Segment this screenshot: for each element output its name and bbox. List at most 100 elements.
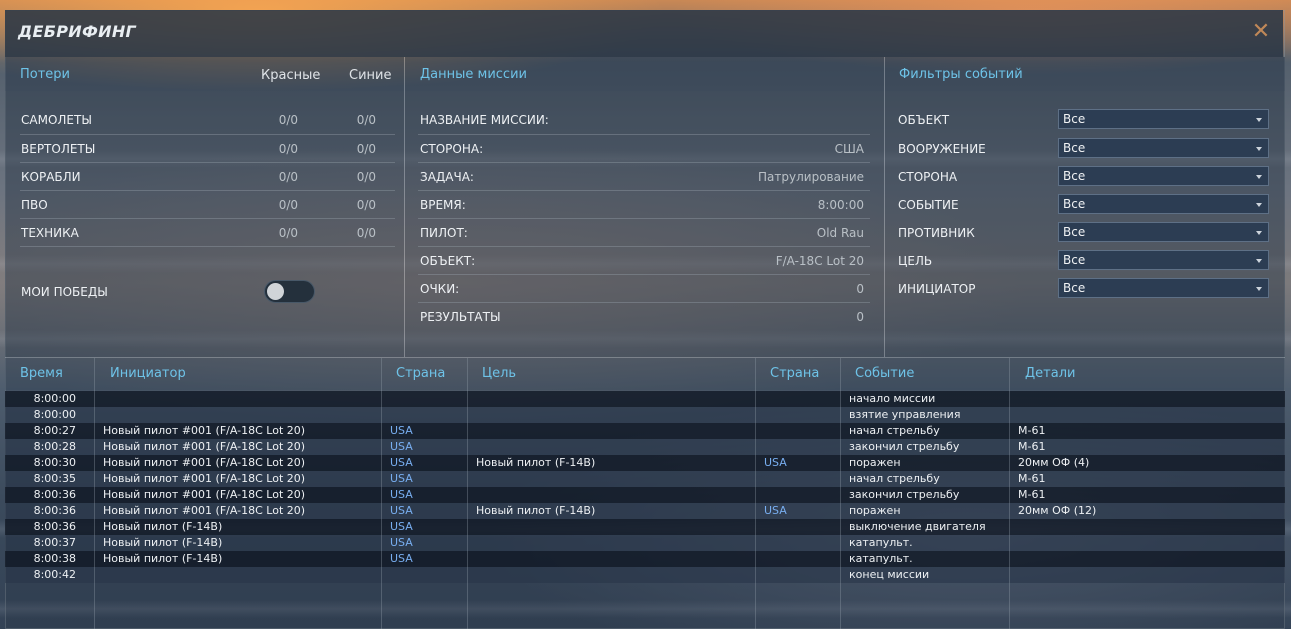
mission-row-label: ЗАДАЧА: bbox=[420, 170, 474, 184]
cell-event: катапульт. bbox=[849, 552, 913, 565]
cell-details: M-61 bbox=[1018, 472, 1046, 485]
losses-body bbox=[5, 91, 404, 357]
col-header-country[interactable]: Страна bbox=[396, 366, 445, 381]
cell-target-country: USA bbox=[764, 504, 787, 517]
losses-row-label: ВЕРТОЛЕТЫ bbox=[21, 142, 96, 156]
chevron-down-icon bbox=[1256, 147, 1262, 151]
cell-details: M-61 bbox=[1018, 424, 1046, 437]
cell-event: поражен bbox=[849, 504, 901, 517]
filter-value: Все bbox=[1063, 169, 1086, 183]
table-row[interactable]: 8:00:30 Новый пилот #001 (F/A-18C Lot 20)… bbox=[5, 455, 1285, 471]
col-divider bbox=[755, 358, 756, 629]
table-row[interactable]: 8:00:38 Новый пилот (F-14B) USA катапульт. bbox=[5, 551, 1285, 567]
filter-label: ПРОТИВНИК bbox=[898, 226, 975, 240]
col-header-details[interactable]: Детали bbox=[1025, 366, 1075, 381]
divider bbox=[884, 57, 885, 357]
losses-row-red: 0/0 bbox=[278, 113, 298, 127]
table-row[interactable]: 8:00:36 Новый пилот #001 (F/A-18C Lot 20)… bbox=[5, 487, 1285, 503]
col-header-initiator[interactable]: Инициатор bbox=[110, 366, 186, 381]
filter-enemy-select[interactable]: Все bbox=[1058, 222, 1269, 242]
filter-label: ОБЪЕКТ bbox=[898, 113, 950, 127]
cell-event: катапульт. bbox=[849, 536, 913, 549]
cell-time: 8:00:00 bbox=[33, 408, 76, 421]
col-header-time[interactable]: Время bbox=[20, 366, 63, 381]
losses-row-label: ТЕХНИКА bbox=[21, 226, 79, 240]
losses-row-blue: 0/0 bbox=[356, 142, 376, 156]
table-row[interactable]: 8:00:00 начало миссии bbox=[5, 391, 1285, 407]
col-header-target-country[interactable]: Страна bbox=[770, 366, 819, 381]
cell-time: 8:00:36 bbox=[33, 488, 76, 501]
filter-value: Все bbox=[1063, 253, 1086, 267]
mission-row-label: ВРЕМЯ: bbox=[420, 198, 466, 212]
col-divider bbox=[1009, 358, 1010, 629]
cell-initiator: Новый пилот (F-14B) bbox=[103, 520, 223, 533]
cell-initiator: Новый пилот #001 (F/A-18C Lot 20) bbox=[103, 504, 306, 517]
mission-row-label: РЕЗУЛЬТАТЫ bbox=[420, 310, 501, 324]
divider bbox=[418, 302, 870, 303]
filter-value: Все bbox=[1063, 225, 1086, 239]
cell-time: 8:00:38 bbox=[33, 552, 76, 565]
filter-initiator-select[interactable]: Все bbox=[1058, 278, 1269, 298]
cell-target: Новый пилот (F-14B) bbox=[476, 504, 596, 517]
filter-event-select[interactable]: Все bbox=[1058, 194, 1269, 214]
divider bbox=[20, 218, 395, 219]
table-row[interactable]: 8:00:42 конец миссии bbox=[5, 567, 1285, 583]
col-header-target[interactable]: Цель bbox=[482, 366, 516, 381]
table-row[interactable]: 8:00:35 Новый пилот #001 (F/A-18C Lot 20)… bbox=[5, 471, 1285, 487]
mission-row-label: ОЧКИ: bbox=[420, 282, 460, 296]
cell-event: начал стрельбу bbox=[849, 472, 940, 485]
filter-side-select[interactable]: Все bbox=[1058, 166, 1269, 186]
cell-event: поражен bbox=[849, 456, 901, 469]
losses-heading: Потери bbox=[20, 67, 71, 82]
cell-country: USA bbox=[390, 552, 413, 565]
divider bbox=[418, 190, 870, 191]
cell-target-country: USA bbox=[764, 456, 787, 469]
filter-value: Все bbox=[1063, 141, 1086, 155]
cell-initiator: Новый пилот #001 (F/A-18C Lot 20) bbox=[103, 488, 306, 501]
cell-initiator: Новый пилот (F-14B) bbox=[103, 536, 223, 549]
cell-time: 8:00:28 bbox=[33, 440, 76, 453]
mission-row-label: ОБЪЕКТ: bbox=[420, 254, 476, 268]
table-row[interactable]: 8:00:37 Новый пилот (F-14B) USA катапульт. bbox=[5, 535, 1285, 551]
filter-label: СТОРОНА bbox=[898, 170, 958, 184]
divider bbox=[418, 218, 870, 219]
cell-time: 8:00:36 bbox=[33, 520, 76, 533]
cell-event: начало миссии bbox=[849, 392, 936, 405]
col-divider bbox=[840, 358, 841, 629]
mission-row-value: США bbox=[834, 142, 864, 156]
losses-row-label: САМОЛЕТЫ bbox=[21, 113, 92, 127]
cell-country: USA bbox=[390, 536, 413, 549]
cell-country: USA bbox=[390, 504, 413, 517]
divider bbox=[418, 246, 870, 247]
filter-target-select[interactable]: Все bbox=[1058, 250, 1269, 270]
divider bbox=[20, 134, 395, 135]
filter-weapon-select[interactable]: Все bbox=[1058, 138, 1269, 158]
mission-row-label: ПИЛОТ: bbox=[420, 226, 468, 240]
col-divider bbox=[94, 358, 95, 629]
table-row[interactable]: 8:00:28 Новый пилот #001 (F/A-18C Lot 20)… bbox=[5, 439, 1285, 455]
filter-label: ИНИЦИАТОР bbox=[898, 282, 976, 296]
table-row[interactable]: 8:00:36 Новый пилот (F-14B) USA выключение … bbox=[5, 519, 1285, 535]
toggle-knob bbox=[267, 283, 284, 300]
chevron-down-icon bbox=[1256, 175, 1262, 179]
cell-details: 20мм ОФ (4) bbox=[1018, 456, 1090, 469]
table-row[interactable]: 8:00:00 взятие управления bbox=[5, 407, 1285, 423]
cell-event: конец миссии bbox=[849, 568, 930, 581]
window-title: ДЕБРИФИНГ bbox=[18, 22, 137, 41]
cell-time: 8:00:00 bbox=[33, 392, 76, 405]
cell-event: закончил стрельбу bbox=[849, 488, 960, 501]
mission-row-label: СТОРОНА: bbox=[420, 142, 484, 156]
col-header-event[interactable]: Событие bbox=[855, 366, 914, 381]
filter-object-select[interactable]: Все bbox=[1058, 109, 1269, 129]
chevron-down-icon bbox=[1256, 259, 1262, 263]
divider bbox=[20, 246, 395, 247]
table-row[interactable]: 8:00:36 Новый пилот #001 (F/A-18C Lot 20)… bbox=[5, 503, 1285, 519]
col-divider bbox=[381, 358, 382, 629]
cell-event: взятие управления bbox=[849, 408, 961, 421]
my-wins-toggle[interactable] bbox=[264, 280, 315, 303]
table-row[interactable]: 8:00:27 Новый пилот #001 (F/A-18C Lot 20)… bbox=[5, 423, 1285, 439]
losses-row-blue: 0/0 bbox=[356, 113, 376, 127]
cell-time: 8:00:35 bbox=[33, 472, 76, 485]
close-icon[interactable]: ✕ bbox=[1251, 20, 1271, 44]
mission-row-value: 0 bbox=[856, 310, 864, 324]
